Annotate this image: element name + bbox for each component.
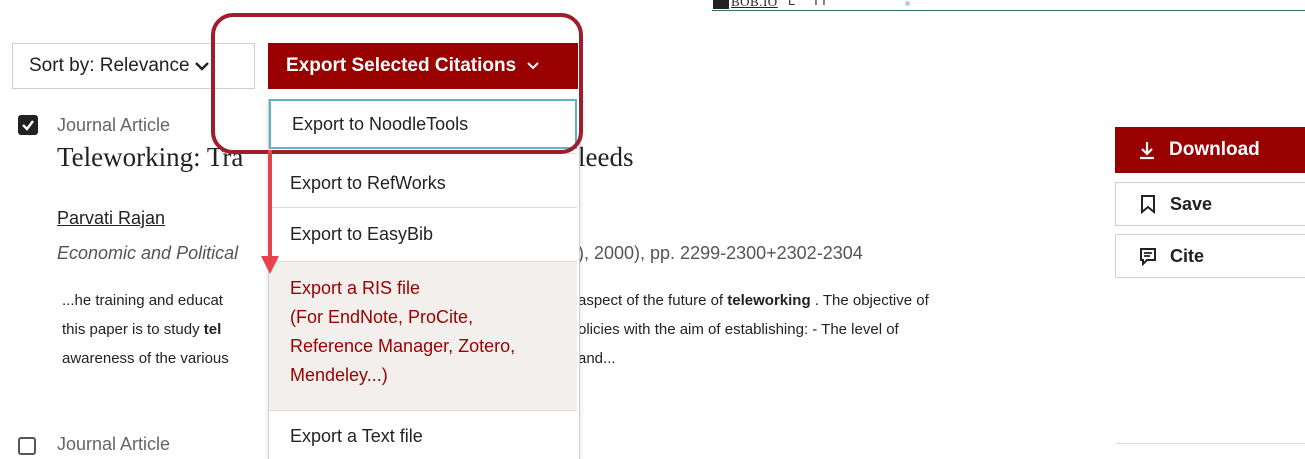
menu-item-export-easybib[interactable]: Export to EasyBib [269,209,577,261]
snippet-text: and... [578,350,616,367]
save-label: Save [1170,193,1213,214]
download-label: Download [1169,139,1260,160]
checkmark-icon [22,120,34,131]
ris-line: Export a RIS file [290,278,421,298]
logo-icon [713,0,729,9]
banner-text-fragment: L [788,0,796,8]
sort-label: Sort by: Relevance [29,55,190,76]
divider [269,410,577,411]
logo-text: BOB.IO [731,0,778,9]
cite-label: Cite [1170,245,1205,266]
top-banner-fragment: BOB.IO L TT [712,0,1305,11]
ris-line: (For EndNote, ProCite, [290,307,474,327]
divider [1115,443,1305,444]
select-checkbox[interactable] [18,437,36,455]
ris-line: Reference Manager, Zotero, [290,336,516,356]
snippet-text: ...he training and educat [62,292,223,309]
menu-item-export-text[interactable]: Export a Text file [269,417,577,457]
menu-item-export-ris[interactable]: Export a RIS file (For EndNote, ProCite,… [269,262,577,410]
bookmark-icon [1138,194,1158,214]
annotation-arrow-head [261,256,279,274]
quote-icon [1138,246,1158,266]
download-icon [1137,140,1157,160]
menu-item-export-refworks[interactable]: Export to RefWorks [269,159,577,207]
snippet-text: aspect of the future of teleworking . Th… [578,292,929,309]
ris-line: Mendeley...) [290,365,388,385]
divider [269,207,577,208]
highlight-annotation-box [211,13,583,154]
chevron-down-icon [194,58,210,74]
content-type-label: Journal Article [57,115,171,135]
author-link[interactable]: Parvati Rajan [57,208,165,229]
journal-name: Economic and Political [57,243,239,263]
snippet-text: awareness of the various [62,350,229,367]
cite-button[interactable]: Cite [1115,234,1305,278]
indicator-dot [905,1,910,6]
banner-text-fragment: TT [812,0,828,8]
article-title[interactable]: Teleworking: Tra [57,142,243,173]
download-button[interactable]: Download [1115,127,1305,173]
snippet-text: olicies with the aim of establishing: - … [578,321,899,338]
citation-pages: ), 2000), pp. 2299-2300+2302-2304 [578,243,863,263]
annotation-arrow [268,150,272,260]
snippet-text: this paper is to study tel [62,321,222,338]
save-button[interactable]: Save [1115,182,1305,226]
select-checkbox[interactable] [18,115,38,135]
article-title-fragment[interactable]: leeds [578,142,633,173]
content-type-label: Journal Article [57,434,171,454]
